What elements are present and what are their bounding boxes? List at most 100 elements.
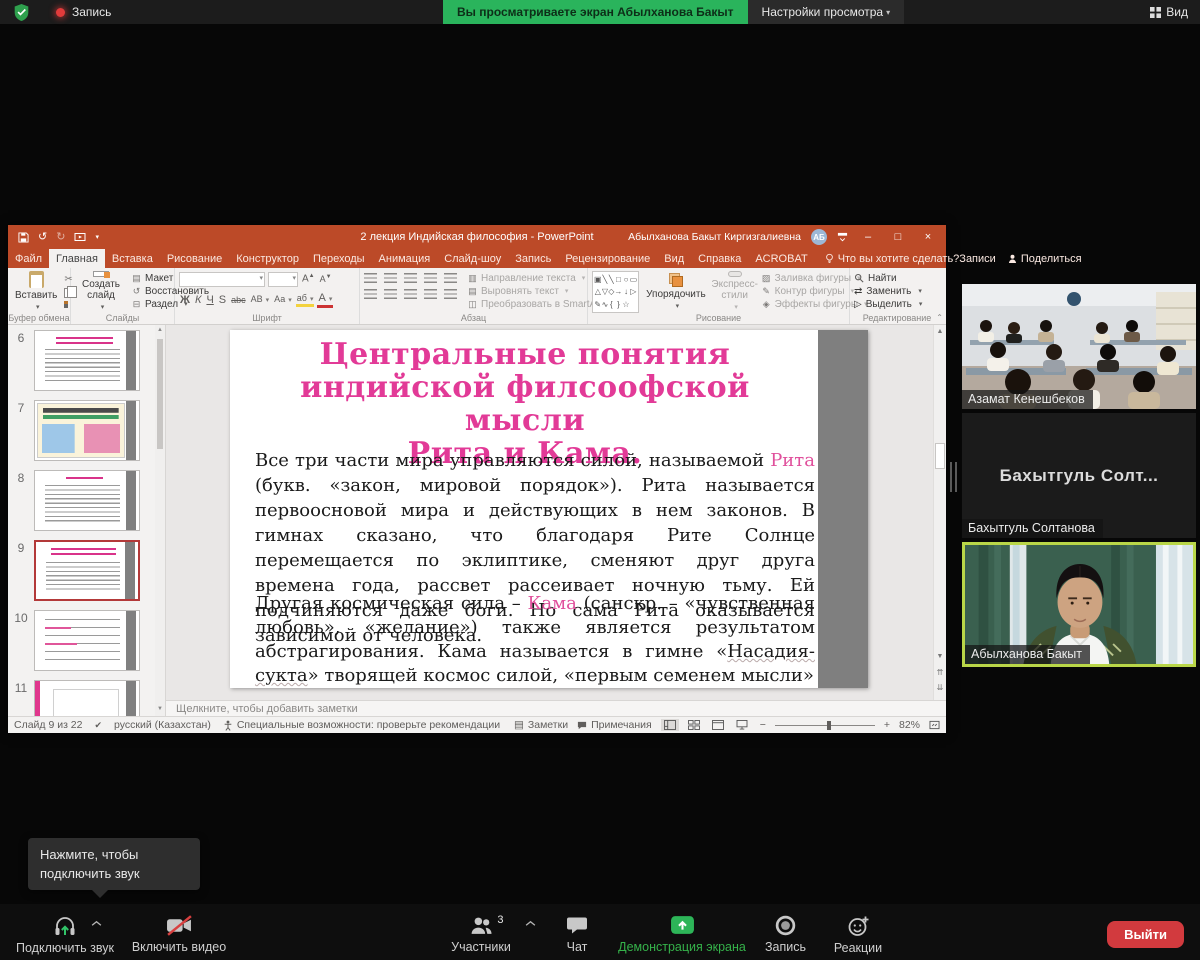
- share-button[interactable]: Поделиться: [1008, 253, 1082, 265]
- save-icon[interactable]: [18, 232, 29, 243]
- shapes-gallery[interactable]: ▣╲╲□○▭ △▽◇→↓▷ ✎∿{}☆: [592, 271, 639, 313]
- view-settings-button[interactable]: Настройки просмотра: [748, 0, 905, 24]
- previous-slide-button[interactable]: ⇈: [934, 668, 946, 677]
- undo-icon[interactable]: ↺: [38, 232, 47, 243]
- zoom-slider-thumb[interactable]: [827, 721, 831, 730]
- numbering-button[interactable]: [384, 273, 397, 283]
- tab-home[interactable]: Главная: [49, 249, 105, 268]
- leave-meeting-button[interactable]: Выйти: [1107, 921, 1184, 948]
- start-video-button[interactable]: Включить видео: [125, 914, 233, 954]
- slide-thumbnail[interactable]: 6: [8, 330, 165, 391]
- tab-help[interactable]: Справка: [691, 249, 748, 268]
- quick-styles-button[interactable]: Экспресс-стили: [713, 271, 757, 311]
- participants-button[interactable]: 3 Участники: [445, 914, 517, 954]
- restore-button[interactable]: □: [888, 231, 908, 243]
- strikethrough-button[interactable]: abc: [230, 295, 247, 306]
- next-slide-button[interactable]: ⇊: [934, 683, 946, 692]
- replace-button[interactable]: ⇄Заменить: [854, 286, 922, 297]
- customize-qat-icon[interactable]: ▾: [95, 234, 99, 241]
- reactions-button[interactable]: Реакции: [826, 914, 890, 955]
- audio-options-chevron[interactable]: [90, 920, 103, 927]
- zoom-level[interactable]: 82%: [899, 719, 920, 731]
- text-shadow-button[interactable]: S: [218, 294, 227, 307]
- tab-record[interactable]: Запись: [508, 249, 558, 268]
- line-spacing-button[interactable]: [444, 273, 457, 283]
- slide-sorter-view-button[interactable]: [685, 719, 703, 731]
- zoom-slider[interactable]: [775, 725, 875, 726]
- select-button[interactable]: ▷Выделить: [854, 299, 922, 310]
- zoom-in-button[interactable]: +: [884, 719, 890, 731]
- tab-insert[interactable]: Вставка: [105, 249, 160, 268]
- font-name-combobox[interactable]: [179, 272, 265, 287]
- bold-button[interactable]: Ж: [179, 294, 191, 307]
- slide-thumbnail[interactable]: 8: [8, 470, 165, 531]
- account-name[interactable]: Абылханова Бакыт Киргизгалиевна: [628, 231, 801, 243]
- arrange-button[interactable]: Упорядочить: [643, 271, 709, 311]
- normal-view-button[interactable]: [661, 719, 679, 731]
- grow-font-button[interactable]: А▲: [301, 273, 316, 285]
- bullets-button[interactable]: [364, 273, 377, 283]
- records-button[interactable]: Записи: [959, 253, 996, 265]
- scroll-up-icon[interactable]: ▲: [155, 327, 165, 333]
- account-avatar[interactable]: АБ: [811, 229, 827, 245]
- participant-video-tile-active-speaker[interactable]: Абылханова Бакыт: [962, 542, 1196, 667]
- scroll-down-icon[interactable]: ▼: [934, 653, 946, 660]
- slide-paragraph-2[interactable]: Другая космическая сила – Кама (санскр. …: [255, 592, 815, 688]
- participant-video-tile[interactable]: Азамат Кенешбеков: [962, 284, 1196, 409]
- tab-file[interactable]: Файл: [8, 249, 49, 268]
- slide-editor-area[interactable]: Центральные понятия индийской филсоофско…: [166, 325, 946, 700]
- change-case-button[interactable]: Аа: [273, 294, 293, 305]
- font-color-button[interactable]: А: [317, 292, 333, 308]
- new-slide-button[interactable]: Создать слайд: [75, 271, 127, 311]
- share-screen-button[interactable]: Демонстрация экрана: [607, 914, 757, 954]
- tab-design[interactable]: Конструктор: [229, 249, 306, 268]
- character-spacing-button[interactable]: АВ: [250, 294, 271, 305]
- tab-acrobat[interactable]: ACROBAT: [748, 249, 814, 268]
- accessibility-check[interactable]: Специальные возможности: проверьте реком…: [223, 719, 500, 731]
- scroll-up-icon[interactable]: ▲: [934, 328, 946, 335]
- view-button[interactable]: Вид: [1150, 0, 1188, 24]
- language-indicator[interactable]: русский (Казахстан): [114, 719, 211, 731]
- close-button[interactable]: ×: [918, 231, 938, 243]
- tell-me-box[interactable]: Что вы хотите сделать?: [825, 253, 960, 265]
- comments-toggle[interactable]: Примечания: [577, 719, 652, 731]
- minimize-button[interactable]: –: [858, 231, 878, 243]
- highlight-color-button[interactable]: аб: [296, 293, 315, 307]
- spellcheck-icon[interactable]: ✔: [95, 720, 103, 731]
- participant-tile-no-video[interactable]: Бахытгуль Солт... Бахытгуль Солтанова: [962, 413, 1196, 538]
- reading-view-button[interactable]: [709, 719, 727, 731]
- underline-button[interactable]: Ч: [205, 294, 214, 307]
- find-button[interactable]: Найти: [854, 273, 922, 284]
- slide-thumbnail[interactable]: 7: [8, 400, 165, 461]
- scrollbar-thumb[interactable]: [157, 339, 163, 449]
- justify-button[interactable]: [424, 289, 437, 299]
- chat-button[interactable]: Чат: [552, 914, 602, 954]
- paste-button[interactable]: Вставить: [12, 271, 60, 311]
- slide-canvas[interactable]: Центральные понятия индийской филсоофско…: [230, 330, 868, 688]
- tab-slideshow[interactable]: Слайд-шоу: [437, 249, 508, 268]
- tab-review[interactable]: Рецензирование: [558, 249, 657, 268]
- slide-thumbnail[interactable]: 11: [8, 680, 165, 716]
- notes-pane[interactable]: Щелкните, чтобы добавить заметки: [166, 700, 946, 716]
- fit-to-window-icon[interactable]: [929, 720, 940, 730]
- notes-toggle[interactable]: ▤Заметки: [514, 719, 568, 731]
- italic-button[interactable]: К: [194, 294, 202, 307]
- collapse-ribbon-icon[interactable]: ⌃: [936, 313, 943, 322]
- shrink-font-button[interactable]: А▼: [319, 274, 333, 285]
- zoom-out-button[interactable]: −: [760, 719, 766, 731]
- slideshow-view-button[interactable]: [733, 719, 751, 731]
- slide-scrollbar[interactable]: ▲ ▼ ⇈ ⇊: [933, 325, 946, 700]
- tab-view[interactable]: Вид: [657, 249, 691, 268]
- tab-animations[interactable]: Анимация: [372, 249, 438, 268]
- scroll-down-icon[interactable]: ▼: [155, 706, 165, 712]
- align-center-button[interactable]: [384, 289, 397, 299]
- align-right-button[interactable]: [404, 289, 417, 299]
- start-slideshow-icon[interactable]: [74, 232, 86, 243]
- decrease-indent-button[interactable]: [404, 273, 417, 283]
- redo-icon[interactable]: ↻: [56, 232, 65, 243]
- slide-thumbnail[interactable]: 10: [8, 610, 165, 671]
- ribbon-display-options-icon[interactable]: [837, 232, 848, 243]
- tab-draw[interactable]: Рисование: [160, 249, 229, 268]
- record-button[interactable]: Запись: [758, 914, 813, 954]
- font-size-combobox[interactable]: [268, 272, 298, 287]
